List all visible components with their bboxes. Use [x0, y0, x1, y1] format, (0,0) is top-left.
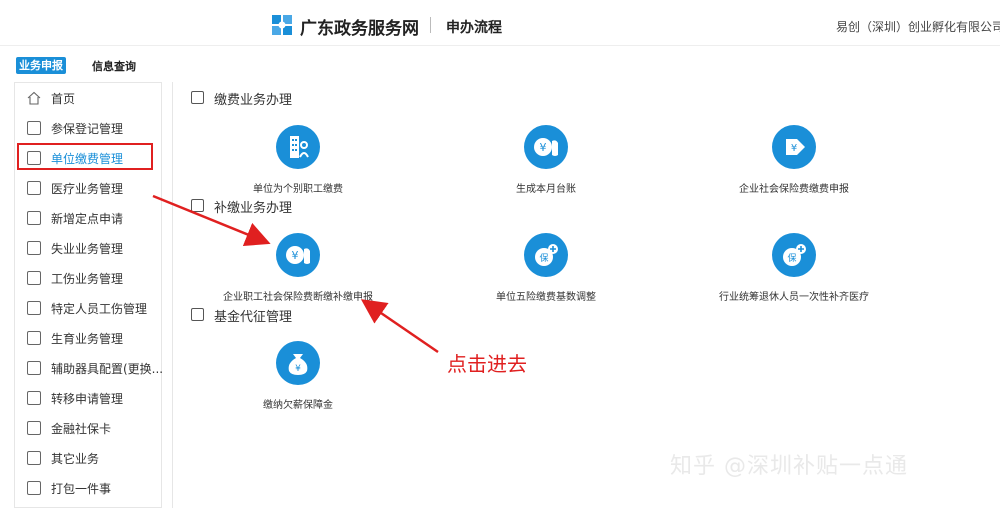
watermark: 知乎 @深圳补贴一点通	[670, 454, 908, 479]
annotation-arrows	[152, 194, 439, 354]
arrow-to-service	[152, 194, 271, 247]
arrow-from-callout	[360, 299, 439, 354]
annotation-callout: 点击进去	[447, 352, 527, 376]
